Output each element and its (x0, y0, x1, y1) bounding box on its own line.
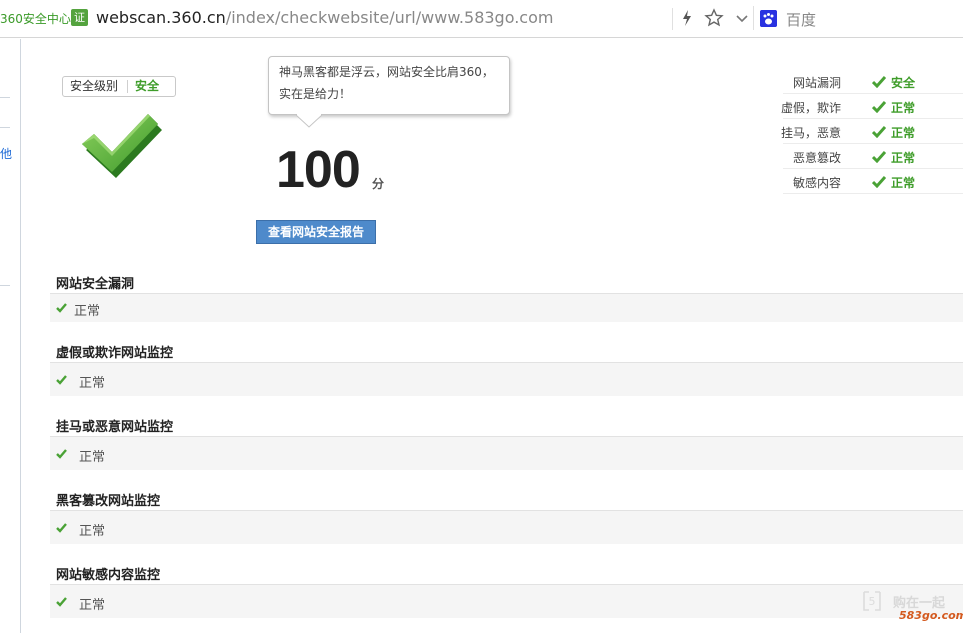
sidebar-tick (0, 285, 10, 286)
section-status-text: 正常 (79, 524, 106, 539)
left-sidebar-strip: 他 (0, 39, 21, 633)
check-icon (872, 76, 886, 88)
section-fraud-monitor: 虚假或欺诈网站监控 正常 (50, 342, 963, 397)
check-icon (872, 101, 886, 113)
check-icon (56, 303, 67, 313)
security-level-value: 安全 (135, 79, 160, 93)
section-status-row: 正常 (50, 293, 963, 322)
status-value: 正常 (891, 126, 916, 140)
sidebar-tick (0, 127, 10, 128)
status-name: 挂马，恶意 (780, 126, 841, 140)
check-icon (56, 449, 67, 459)
score-unit: 分 (372, 177, 385, 191)
watermark-logo-icon: 5 (863, 591, 881, 611)
section-status-row: 正常 (50, 362, 963, 396)
status-name: 虚假，欺诈 (780, 101, 841, 115)
status-value: 安全 (891, 76, 916, 90)
status-row: 敏感内容 正常 (783, 169, 963, 194)
status-value: 正常 (891, 101, 916, 115)
security-level-badge: 安全级别 安全 (62, 76, 176, 97)
url-path: /index/checkwebsite/url/www.583go.com (225, 8, 554, 27)
site-identity-label[interactable]: 360安全中心 (0, 10, 71, 27)
view-security-report-button[interactable]: 查看网站安全报告 (256, 220, 376, 244)
big-checkmark-icon (82, 114, 162, 178)
chevron-down-icon[interactable] (734, 8, 750, 28)
section-status-text: 正常 (79, 376, 106, 391)
section-status-row: 正常 (50, 584, 963, 618)
check-icon (872, 151, 886, 163)
status-row: 虚假，欺诈 正常 (780, 94, 963, 119)
tooltip-line: 实在是给力！ (279, 87, 352, 101)
browser-address-bar: 360安全中心 证 webscan.360.cn/index/checkwebs… (0, 0, 963, 38)
check-icon (872, 176, 886, 188)
baidu-paw-icon[interactable] (760, 10, 777, 27)
score-tooltip: 神马黑客都是浮云，网站安全比肩360， 实在是给力！ (268, 56, 510, 115)
status-row: 网站漏洞 安全 (783, 69, 963, 94)
sidebar-link[interactable]: 他 (0, 145, 12, 162)
watermark-url: 583go.com (899, 609, 963, 622)
bolt-icon[interactable] (680, 9, 694, 27)
status-name: 敏感内容 (792, 176, 841, 190)
section-title: 网站安全漏洞 (56, 277, 135, 292)
check-icon (56, 597, 67, 607)
badge-divider (127, 80, 128, 93)
address-divider (672, 8, 673, 30)
section-status-text: 正常 (79, 450, 106, 465)
certificate-icon[interactable]: 证 (71, 9, 88, 26)
url-domain: webscan.360.cn (96, 8, 226, 27)
section-title: 网站敏感内容监控 (56, 568, 161, 583)
security-level-label: 安全级别 (70, 79, 119, 93)
section-title: 黑客篡改网站监控 (56, 494, 161, 509)
tooltip-tail (296, 114, 322, 128)
section-status-text: 正常 (79, 598, 106, 613)
section-malware-monitor: 挂马或恶意网站监控 正常 (50, 416, 963, 471)
section-title: 虚假或欺诈网站监控 (56, 346, 174, 361)
section-tamper-monitor: 黑客篡改网站监控 正常 (50, 490, 963, 545)
status-value: 正常 (891, 176, 916, 190)
status-row: 挂马，恶意 正常 (780, 119, 963, 144)
search-divider (753, 6, 754, 30)
section-vulnerability: 网站安全漏洞 正常 (50, 273, 963, 323)
status-name: 恶意篡改 (792, 151, 841, 165)
section-status-row: 正常 (50, 510, 963, 544)
check-icon (872, 126, 886, 138)
section-status-text: 正常 (74, 304, 101, 319)
svg-text:5: 5 (869, 595, 876, 608)
status-name: 网站漏洞 (792, 76, 841, 90)
section-sensitive-content-monitor: 网站敏感内容监控 正常 (50, 564, 963, 619)
tooltip-line: 神马黑客都是浮云，网站安全比肩360， (279, 65, 494, 79)
check-icon (56, 375, 67, 385)
search-engine-input[interactable]: 百度 (786, 9, 816, 30)
status-summary-list: 网站漏洞 安全 虚假，欺诈 正常 挂马，恶意 正常 恶意篡改 正常 敏感内容 正… (780, 69, 963, 194)
security-score: 100 (276, 141, 361, 199)
star-icon[interactable] (704, 8, 724, 28)
check-icon (56, 523, 67, 533)
url-input[interactable]: webscan.360.cn/index/checkwebsite/url/ww… (96, 8, 553, 27)
status-row: 恶意篡改 正常 (783, 144, 963, 169)
status-value: 正常 (891, 151, 916, 165)
sidebar-tick (0, 97, 10, 98)
section-title: 挂马或恶意网站监控 (56, 420, 174, 435)
section-status-row: 正常 (50, 436, 963, 470)
